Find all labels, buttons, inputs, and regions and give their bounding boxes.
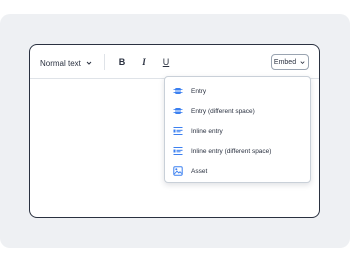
embed-label: Embed [273,58,297,66]
embed-button[interactable]: Embed [271,54,309,70]
inline-entry-icon [173,147,183,155]
menu-item-label: Entry [191,87,207,95]
menu-item-label: Inline entry (different space) [191,147,272,155]
menu-item-label: Entry (different space) [191,107,255,115]
editor-toolbar: Normal text B I U Embed [30,45,319,79]
inline-entry-icon [173,127,183,135]
embed-dropdown-menu: Entry Entry (different space) Inline ent… [164,76,311,183]
toolbar-divider [104,54,105,70]
menu-item-entry-different-space[interactable]: Entry (different space) [165,102,310,120]
underline-button[interactable]: U [159,55,173,69]
entry-block-icon [173,108,183,114]
text-format-select[interactable]: Normal text [40,56,93,70]
menu-item-inline-entry[interactable]: Inline entry [165,122,310,140]
chevron-down-icon [300,60,305,64]
menu-item-label: Inline entry [191,127,223,135]
menu-item-asset[interactable]: Asset [165,162,310,180]
chevron-down-icon [86,61,92,65]
asset-image-icon [173,166,183,176]
italic-button[interactable]: I [137,55,151,69]
text-format-label: Normal text [40,58,81,68]
entry-block-icon [173,88,183,94]
menu-item-entry[interactable]: Entry [165,82,310,100]
menu-item-label: Asset [191,167,208,175]
bold-button[interactable]: B [115,55,129,69]
menu-item-inline-entry-different-space[interactable]: Inline entry (different space) [165,142,310,160]
